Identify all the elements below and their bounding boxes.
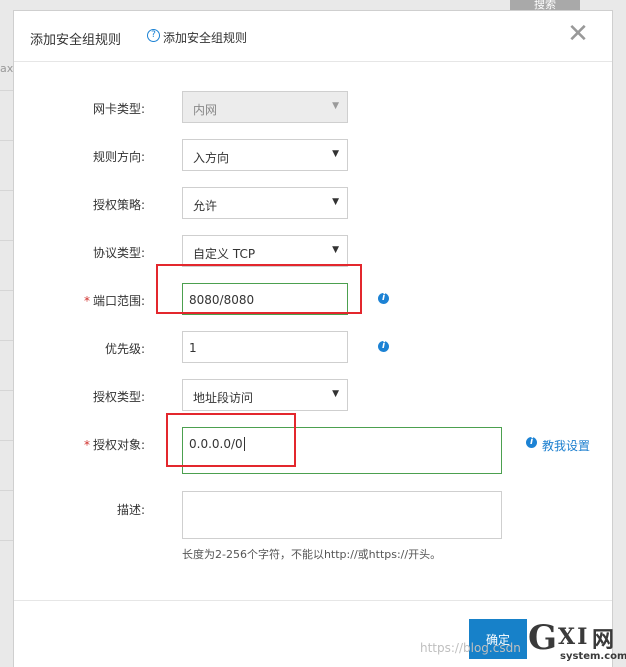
info-icon[interactable]: i <box>378 293 389 304</box>
close-icon[interactable]: ✕ <box>566 21 590 47</box>
caret-down-icon: ▼ <box>332 197 339 207</box>
description-label: 描述: <box>116 503 145 517</box>
background-search-button: 搜索 <box>510 0 580 10</box>
watermark-text: https://blog.csdn <box>420 641 521 655</box>
required-mark: * <box>83 438 90 452</box>
background-row-line <box>0 390 14 391</box>
background-row-line <box>0 540 14 541</box>
caret-down-icon: ▼ <box>332 149 339 159</box>
caret-down-icon: ▼ <box>332 389 339 399</box>
info-icon[interactable]: i <box>526 437 537 448</box>
background-row-line <box>0 490 14 491</box>
priority-input[interactable]: 1 <box>182 331 348 363</box>
teach-me-link[interactable]: 教我设置 <box>542 437 590 454</box>
nic-type-label: 网卡类型: <box>92 102 145 116</box>
background-row-line <box>0 140 14 141</box>
policy-label: 授权策略: <box>92 198 145 212</box>
dialog-title: 添加安全组规则 <box>30 33 122 48</box>
background-row-line <box>0 190 14 191</box>
description-textarea[interactable] <box>182 491 502 539</box>
background-row-line <box>0 90 14 91</box>
caret-down-icon: ▼ <box>332 101 339 111</box>
dialog-header: 添加安全组规则 ? 添加安全组规则 ✕ <box>14 11 612 62</box>
info-icon[interactable]: i <box>378 341 389 352</box>
priority-label: 优先级: <box>104 342 145 356</box>
annotation-box-auth-object <box>166 413 296 467</box>
footer-divider <box>14 600 612 601</box>
protocol-select[interactable]: 自定义 TCP ▼ <box>182 235 348 267</box>
direction-label: 规则方向: <box>92 150 145 164</box>
gxi-logo: G XI 网 system.com <box>528 618 626 662</box>
port-range-label: * 端口范围: <box>83 294 145 308</box>
policy-select[interactable]: 允许 ▼ <box>182 187 348 219</box>
background-row-line <box>0 240 14 241</box>
caret-down-icon: ▼ <box>332 245 339 255</box>
required-mark: * <box>83 294 90 308</box>
background-row-line <box>0 340 14 341</box>
help-link[interactable]: 添加安全组规则 <box>149 29 247 46</box>
nic-type-select: 内网 ▼ <box>182 91 348 123</box>
direction-select[interactable]: 入方向 ▼ <box>182 139 348 171</box>
background-row-line <box>0 440 14 441</box>
auth-type-select[interactable]: 地址段访问 ▼ <box>182 379 348 411</box>
auth-object-label: * 授权对象: <box>83 438 145 452</box>
auth-type-label: 授权类型: <box>92 390 145 404</box>
background-row-line <box>0 290 14 291</box>
protocol-label: 协议类型: <box>92 246 145 260</box>
annotation-box-port-range <box>156 264 362 314</box>
description-hint: 长度为2-256个字符，不能以http://或https://开头。 <box>182 548 442 561</box>
add-security-group-rule-dialog: 添加安全组规则 ? 添加安全组规则 ✕ 网卡类型: 内网 ▼ 规则方向: 入方向… <box>13 10 613 667</box>
